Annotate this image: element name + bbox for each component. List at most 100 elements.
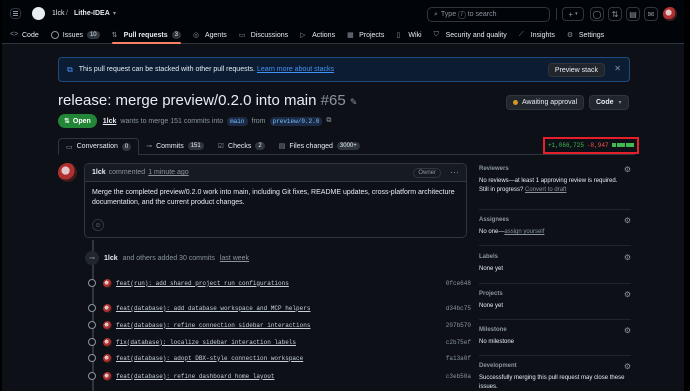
reviewers-status: No reviews—at least 1 approving review i… xyxy=(479,178,618,184)
gear-icon[interactable]: ⚙ xyxy=(624,362,631,371)
commit-avatar[interactable] xyxy=(103,278,112,288)
preview-stack-button[interactable]: Preview stack xyxy=(547,63,605,77)
diff-square xyxy=(616,143,621,147)
github-logo-icon[interactable] xyxy=(32,7,45,20)
tab-conversation[interactable]: ▭ Conversation 0 xyxy=(58,138,140,155)
comment-avatar[interactable] xyxy=(58,163,77,182)
commit-avatar[interactable] xyxy=(103,303,112,313)
gear-icon[interactable]: ⚙ xyxy=(624,253,631,262)
pencil-icon[interactable]: ✎ xyxy=(350,97,358,107)
learn-more-link[interactable]: Learn more about stacks xyxy=(257,66,334,73)
assignees-section: Assignees ⚙ No one—assign yourself xyxy=(479,214,631,246)
base-branch[interactable]: main xyxy=(227,116,248,126)
repo-owner[interactable]: 1lck xyxy=(52,10,64,17)
info-icon: ⧉ xyxy=(67,64,73,74)
commit-avatar[interactable] xyxy=(103,320,112,330)
book-icon: ▯ xyxy=(396,32,401,39)
chevron-down-icon[interactable]: ▾ xyxy=(113,10,116,17)
commit-message[interactable]: feat(database): refine connection sideba… xyxy=(116,322,446,329)
awaiting-label: Awaiting approval xyxy=(522,99,578,106)
commit-avatar[interactable] xyxy=(103,371,112,381)
pr-sidebar: Reviewers ⚙ No reviews—at least 1 approv… xyxy=(479,163,631,391)
projects-title: Projects xyxy=(479,291,503,297)
commit-sha[interactable]: 0fce648 xyxy=(446,280,471,287)
tab-files-changed[interactable]: ▤ Files changed 3000+ xyxy=(272,138,367,154)
commit-sha[interactable]: fa13a0f xyxy=(446,355,471,362)
commit-sha[interactable]: c2b75ef xyxy=(446,339,471,346)
diffstat-bar xyxy=(612,142,635,149)
pull-requests-icon[interactable]: ⇅ xyxy=(608,7,622,21)
pr-count: 3 xyxy=(171,31,181,39)
comment-author[interactable]: 1lck xyxy=(92,169,106,176)
gear-icon[interactable]: ⚙ xyxy=(624,290,631,299)
code-icon: <> xyxy=(10,31,19,38)
create-new-button[interactable]: + ▾ xyxy=(562,7,584,21)
tab-insights[interactable]: ⟋ Insights xyxy=(519,27,555,44)
close-icon[interactable]: ✕ xyxy=(614,64,621,73)
hamburger-icon[interactable] xyxy=(10,8,21,19)
tab-pull-requests[interactable]: ⇅ Pull requests 3 xyxy=(111,27,182,44)
tab-settings[interactable]: ⚙ Settings xyxy=(567,27,604,44)
tab-agents[interactable]: ◎ Agents xyxy=(193,27,227,44)
tab-label: Discussions xyxy=(250,31,289,39)
code-button-label: Code xyxy=(596,99,614,106)
assignees-none: No one— xyxy=(479,229,505,235)
meta-text-2: from xyxy=(251,117,266,125)
issues-icon[interactable]: ◯ xyxy=(590,7,604,21)
repositories-icon[interactable]: ▤ xyxy=(626,7,640,21)
repo-name[interactable]: Lithe-IDEA xyxy=(74,10,110,17)
awaiting-approval-button[interactable]: Awaiting approval xyxy=(506,95,585,110)
tab-security[interactable]: ⛉ Security and quality xyxy=(434,27,507,44)
tab-projects[interactable]: ▦ Projects xyxy=(347,27,384,44)
commit-message[interactable]: feat(database): add database workspace a… xyxy=(116,305,446,312)
timeline-author[interactable]: 1lck xyxy=(104,255,118,262)
search-input[interactable]: ⌕ Type / to search xyxy=(427,7,550,22)
commit-row: feat(database): refine connection sideba… xyxy=(88,319,471,331)
commit-message[interactable]: feat(database): refine dashboard home la… xyxy=(116,373,446,380)
tab-checks[interactable]: ☑ Checks 2 xyxy=(211,138,272,154)
convert-to-draft-link[interactable]: Convert to draft xyxy=(525,187,566,193)
gear-icon[interactable]: ⚙ xyxy=(624,165,631,174)
labels-title: Labels xyxy=(479,254,499,260)
tab-issues[interactable]: Issues 10 xyxy=(50,27,100,44)
tab-code[interactable]: <> Code xyxy=(10,27,39,44)
commit-sha[interactable]: 207b570 xyxy=(446,322,471,329)
smiley-icon[interactable]: ☺ xyxy=(92,219,104,231)
commit-icon: ⊸ xyxy=(146,143,153,150)
commit-sha[interactable]: d34bc75 xyxy=(446,305,471,312)
avatar[interactable] xyxy=(663,7,677,21)
kebab-icon[interactable]: ··· xyxy=(450,167,459,177)
commit-sha[interactable]: c3eb50a xyxy=(446,373,471,380)
timeline-summary: and others added 30 commits xyxy=(122,254,215,262)
comment-time[interactable]: 1 minute ago xyxy=(148,169,188,176)
pr-author[interactable]: 1lck xyxy=(103,118,117,125)
tab-actions[interactable]: ▷ Actions xyxy=(300,27,335,44)
assign-yourself-link[interactable]: assign yourself xyxy=(504,229,544,235)
gear-icon[interactable]: ⚙ xyxy=(624,326,631,335)
tab-wiki[interactable]: ▯ Wiki xyxy=(396,27,421,44)
head-branch[interactable]: preview/0.2.0 xyxy=(269,116,323,126)
commit-dot-icon xyxy=(88,321,96,329)
scrollbar[interactable] xyxy=(684,0,687,391)
diff-square xyxy=(621,143,626,147)
commit-message[interactable]: feat(run): add shared project run config… xyxy=(116,280,446,287)
copy-icon[interactable]: ⧉ xyxy=(326,117,331,125)
file-diff-icon: ▤ xyxy=(278,143,286,150)
commit-message[interactable]: fix(database): localize sidebar interact… xyxy=(116,339,446,346)
tab-label: Projects xyxy=(359,31,385,39)
commit-message[interactable]: feat(database): adopt DBX-style connecti… xyxy=(116,355,446,362)
notifications-icon[interactable]: ✉ xyxy=(644,7,658,21)
commit-avatar[interactable] xyxy=(103,353,112,363)
meta-text-1: wants to merge 151 commits into xyxy=(120,117,224,125)
gear-icon[interactable]: ⚙ xyxy=(624,216,631,225)
tab-discussions[interactable]: ▭ Discussions xyxy=(239,27,288,44)
timeline-when[interactable]: last week xyxy=(220,255,249,262)
tab-commits[interactable]: ⊸ Commits 151 xyxy=(139,138,211,154)
projects-value: None yet xyxy=(479,303,504,309)
search-key: / xyxy=(458,11,466,19)
tab-count: 3000+ xyxy=(336,142,360,150)
code-button[interactable]: Code ▾ xyxy=(589,95,629,110)
commit-avatar[interactable] xyxy=(103,337,112,347)
commit-dot-icon xyxy=(88,372,96,380)
comment-card: 1lck commented 1 minute ago Owner ··· Me… xyxy=(84,163,467,238)
